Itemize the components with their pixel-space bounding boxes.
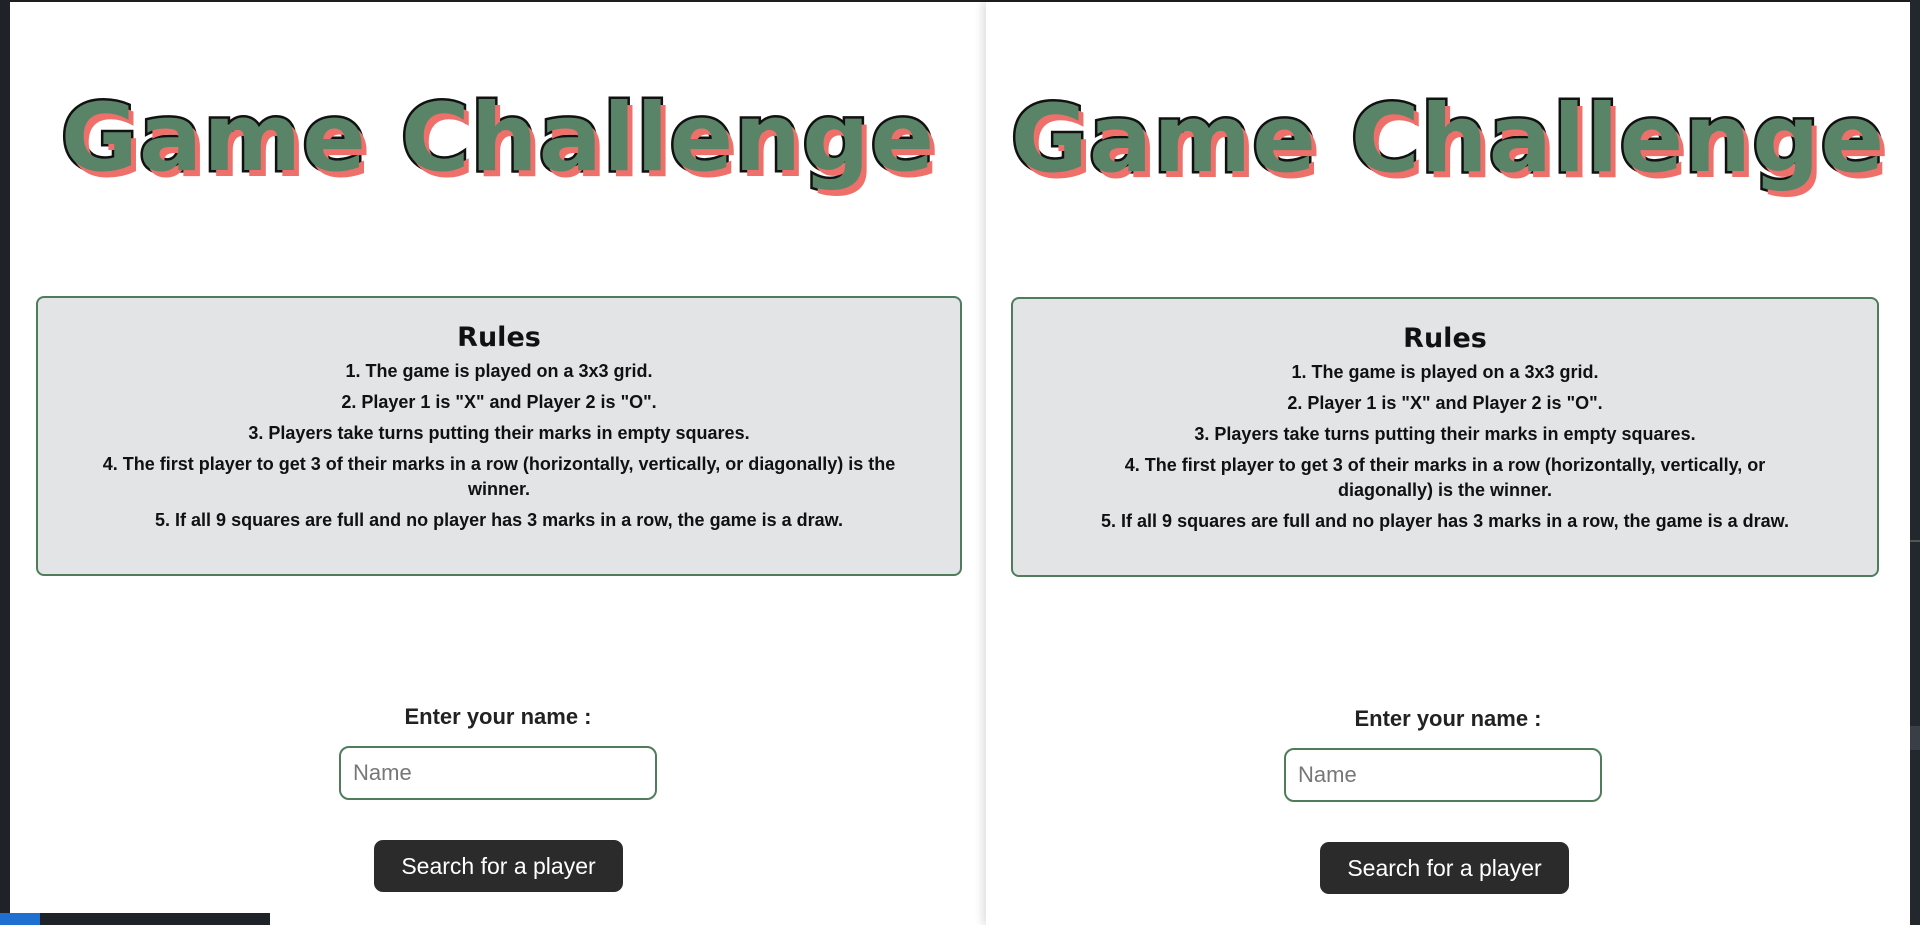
browser-window-right: Game Challenge Rules 1. The game is play… xyxy=(986,2,1910,925)
start-button[interactable] xyxy=(0,913,40,925)
rule-item: 1. The game is played on a 3x3 grid. xyxy=(1291,362,1599,382)
rules-panel: Rules 1. The game is played on a 3x3 gri… xyxy=(36,296,962,576)
taskbar-strip xyxy=(0,913,270,925)
desktop: Game Challenge Rules 1. The game is play… xyxy=(0,0,1920,925)
rule-item: 5. If all 9 squares are full and no play… xyxy=(155,510,843,530)
rule-item: 4. The first player to get 3 of their ma… xyxy=(1124,455,1766,500)
search-player-button[interactable]: Search for a player xyxy=(374,840,623,892)
rule-item: 2. Player 1 is "X" and Player 2 is "O". xyxy=(341,392,657,412)
right-screen-edge xyxy=(1910,0,1920,925)
rule-item: 2. Player 1 is "X" and Player 2 is "O". xyxy=(1287,393,1603,413)
page-title: Game Challenge xyxy=(58,82,937,196)
rules-panel: Rules 1. The game is played on a 3x3 gri… xyxy=(1011,297,1879,577)
scrollbar-thumb[interactable] xyxy=(1910,726,1920,750)
rules-heading: Rules xyxy=(1403,323,1487,354)
rule-item: 5. If all 9 squares are full and no play… xyxy=(1101,511,1789,531)
name-input[interactable] xyxy=(339,746,657,800)
browser-window-left: Game Challenge Rules 1. The game is play… xyxy=(10,2,986,925)
game-page-left: Game Challenge Rules 1. The game is play… xyxy=(10,2,986,925)
search-player-button[interactable]: Search for a player xyxy=(1320,842,1569,894)
name-input[interactable] xyxy=(1284,748,1602,802)
left-screen-edge xyxy=(0,0,10,925)
divider xyxy=(1910,540,1920,542)
rule-item: 1. The game is played on a 3x3 grid. xyxy=(345,361,653,381)
rule-item: 3. Players take turns putting their mark… xyxy=(1194,424,1696,444)
page-title: Game Challenge xyxy=(1008,83,1887,197)
rules-heading: Rules xyxy=(457,322,541,353)
name-label: Enter your name : xyxy=(404,704,592,729)
game-page-right: Game Challenge Rules 1. The game is play… xyxy=(986,2,1910,925)
rule-item: 4. The first player to get 3 of their ma… xyxy=(102,454,896,499)
rule-item: 3. Players take turns putting their mark… xyxy=(248,423,750,443)
name-label: Enter your name : xyxy=(1354,706,1542,731)
